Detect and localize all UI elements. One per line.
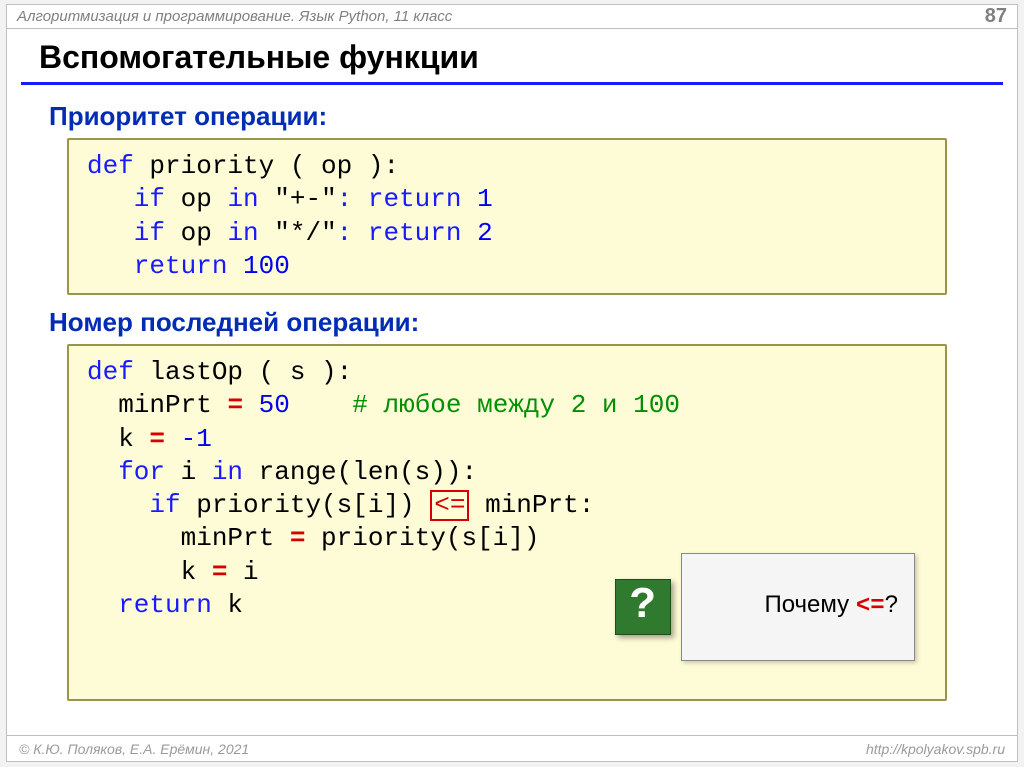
kw-for: for [87, 457, 165, 487]
code-text: "+-" [259, 184, 337, 214]
callout-text: ? [885, 591, 898, 618]
num: 50 [243, 390, 290, 420]
callout-text: Почему [764, 591, 855, 618]
kw-if: if [87, 184, 165, 214]
code-text: priority ( op ): [134, 151, 399, 181]
comment: # любое между 2 и 100 [352, 390, 680, 420]
code-text: minPrt: [469, 490, 594, 520]
code-text: range(len(s)): [243, 457, 477, 487]
code-text: k [87, 557, 212, 587]
code-text: op [165, 184, 227, 214]
op-assign: = [149, 424, 180, 454]
code-text: "*/" [259, 218, 337, 248]
kw-def: def [87, 357, 134, 387]
slide-title: Вспомогательные функции [39, 39, 1017, 76]
footer-bar: © К.Ю. Поляков, Е.А. Ерёмин, 2021 http:/… [7, 735, 1017, 761]
code-text: minPrt [87, 523, 290, 553]
content-area: Приоритет операции: def priority ( op ):… [7, 85, 1017, 701]
section1-heading: Приоритет операции: [49, 101, 975, 132]
footer-url: http://kpolyakov.spb.ru [866, 741, 1005, 757]
code-text: i [227, 557, 258, 587]
op-assign: = [227, 390, 243, 420]
course-title: Алгоритмизация и программирование. Язык … [17, 8, 452, 25]
kw-def: def [87, 151, 134, 181]
kw-return: return [87, 251, 227, 281]
code-text [290, 390, 352, 420]
callout: ? Почему <=? [615, 553, 915, 661]
op-assign: = [212, 557, 228, 587]
num: 2 [462, 218, 493, 248]
op-assign: = [290, 523, 306, 553]
code-text: i [165, 457, 212, 487]
kw-return: : return [337, 218, 462, 248]
code-text: priority(s[i]) [181, 490, 431, 520]
kw-return: : return [337, 184, 462, 214]
callout-operator: <= [856, 593, 885, 620]
code-text: k [87, 424, 149, 454]
kw-in: in [227, 218, 258, 248]
page-number: 87 [985, 5, 1007, 28]
kw-in: in [212, 457, 243, 487]
kw-return: return [87, 590, 212, 620]
kw-in: in [227, 184, 258, 214]
kw-if: if [87, 490, 181, 520]
code-text: lastOp ( s ): [134, 357, 352, 387]
code-text: minPrt [87, 390, 227, 420]
kw-if: if [87, 218, 165, 248]
callout-box: Почему <=? [681, 553, 915, 661]
section2-heading: Номер последней операции: [49, 307, 975, 338]
boxed-operator: <= [430, 490, 469, 521]
num: 100 [227, 251, 289, 281]
code-block-priority: def priority ( op ): if op in "+-": retu… [67, 138, 947, 295]
code-block-lastop: def lastOp ( s ): minPrt = 50 # любое ме… [67, 344, 947, 701]
code-text: k [212, 590, 243, 620]
code-text: priority(s[i]) [305, 523, 539, 553]
header-bar: Алгоритмизация и программирование. Язык … [7, 5, 1017, 29]
footer-copyright: © К.Ю. Поляков, Е.А. Ерёмин, 2021 [19, 741, 249, 757]
question-badge: ? [615, 579, 671, 635]
slide: Алгоритмизация и программирование. Язык … [6, 4, 1018, 762]
num: 1 [462, 184, 493, 214]
num: -1 [181, 424, 212, 454]
code-text: op [165, 218, 227, 248]
